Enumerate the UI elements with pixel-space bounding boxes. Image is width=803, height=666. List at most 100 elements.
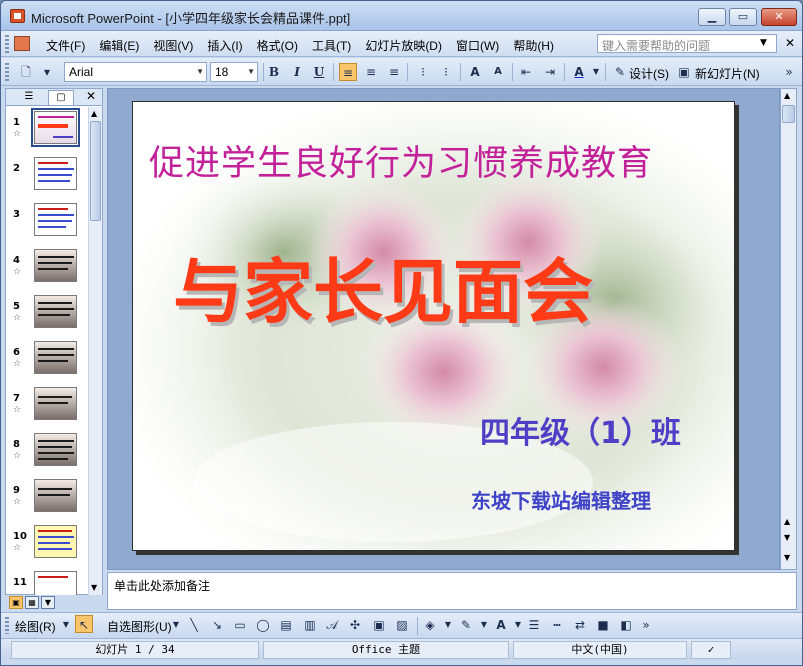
fill-color-dropdown-icon[interactable]: ▼ — [443, 616, 453, 634]
3d-style-icon[interactable]: ◧ — [617, 616, 635, 634]
decrease-font-icon[interactable]: A — [489, 63, 507, 81]
scrollbar-thumb[interactable] — [90, 121, 101, 221]
toolbar-options-icon[interactable]: ▾ — [41, 63, 53, 81]
font-color-dropdown-icon[interactable]: ▼ — [513, 616, 523, 634]
menu-window[interactable]: 窗口(W) — [449, 37, 506, 54]
align-left-icon[interactable]: ≡ — [339, 63, 357, 81]
current-slide[interactable]: 促进学生良好行为习惯养成教育 与家长见面会 四年级（1）班 东坡下载站编辑整理 — [132, 101, 735, 551]
menu-slideshow[interactable]: 幻灯片放映(D) — [358, 37, 449, 54]
slide-thumb-row[interactable]: 4 ☆ — [6, 245, 88, 291]
slide-thumbnail[interactable] — [34, 525, 77, 558]
slides-pane-scrollbar[interactable]: ▲ ▼ — [88, 107, 102, 595]
menu-view[interactable]: 视图(V) — [146, 37, 200, 54]
slide-thumb-row[interactable]: 3 — [6, 199, 88, 245]
picture-icon[interactable]: ▨ — [393, 616, 411, 634]
slide-thumb-row[interactable]: 9 ☆ — [6, 475, 88, 521]
editor-scrollbar[interactable]: ▲ ▲ ▼ ▼ — [780, 88, 797, 570]
design-icon[interactable]: ✎ — [611, 63, 629, 81]
dash-style-icon[interactable]: ┅ — [548, 616, 566, 634]
font-size-select[interactable]: 18 ▼ — [210, 62, 258, 82]
slide-thumb-row[interactable]: 2 — [6, 153, 88, 199]
normal-view-button[interactable]: ▣ — [9, 596, 23, 609]
slide-thumbnail[interactable] — [34, 479, 77, 512]
menu-file[interactable]: 文件(F) — [39, 37, 92, 54]
spelling-status-icon[interactable]: ✓ — [691, 641, 731, 659]
shadow-style-icon[interactable]: ■ — [594, 616, 612, 634]
slide-title-line2[interactable]: 与家长见面会 — [173, 236, 693, 337]
autoshapes-dropdown-icon[interactable]: ▼ — [171, 616, 181, 634]
menu-insert[interactable]: 插入(I) — [200, 37, 249, 54]
slide-thumbnail[interactable] — [31, 108, 80, 147]
close-button[interactable]: ✕ — [761, 8, 797, 26]
new-slide-icon[interactable]: ▣ — [675, 63, 693, 81]
help-search-input[interactable]: 键入需要帮助的问题 — [597, 34, 777, 53]
line-color-icon[interactable]: ✎ — [457, 616, 475, 634]
language-indicator[interactable]: 中文(中国) — [513, 641, 687, 659]
maximize-button[interactable]: ▭ — [729, 8, 757, 26]
slide-thumb-row[interactable]: 7 ☆ — [6, 383, 88, 429]
tab-slides[interactable]: ▢ — [48, 90, 74, 105]
drawbar-grip[interactable] — [5, 617, 9, 634]
slide-thumbnail[interactable] — [34, 203, 77, 236]
line-style-icon[interactable]: ☰ — [525, 616, 543, 634]
italic-button[interactable]: I — [288, 63, 306, 81]
scrollbar-thumb[interactable] — [782, 105, 795, 123]
diagram-icon[interactable]: ✣ — [346, 616, 364, 634]
underline-button[interactable]: U — [310, 63, 328, 81]
menu-grip[interactable] — [5, 35, 9, 53]
arrow-style-icon[interactable]: ⇄ — [571, 616, 589, 634]
oval-icon[interactable]: ◯ — [254, 616, 272, 634]
slide-thumb-row[interactable]: 6 ☆ — [6, 337, 88, 383]
align-center-icon[interactable]: ≡ — [362, 63, 380, 81]
slideshow-view-button[interactable]: ▼ — [41, 596, 55, 609]
font-color-icon[interactable]: A — [492, 616, 510, 634]
menu-help[interactable]: 帮助(H) — [506, 37, 561, 54]
previous-slide-icon[interactable]: ▲ — [784, 517, 790, 526]
font-select[interactable]: Arial ▼ — [64, 62, 207, 82]
scroll-down-icon[interactable]: ▼ — [784, 553, 790, 562]
numbered-list-icon[interactable]: ⁝ — [414, 63, 432, 81]
toolbar-overflow-icon[interactable]: » — [783, 63, 795, 81]
new-document-icon[interactable]: 🗋 — [17, 63, 35, 81]
slide-thumbnail[interactable] — [34, 157, 77, 190]
scroll-up-icon[interactable]: ▲ — [91, 109, 97, 118]
slide-thumb-row[interactable]: 5 ☆ — [6, 291, 88, 337]
slide-thumbnail[interactable] — [34, 387, 77, 420]
slide-thumb-row[interactable]: 1 ☆ — [6, 107, 88, 153]
slide-thumb-row[interactable]: 8 ☆ — [6, 429, 88, 475]
slide-thumbnail[interactable] — [34, 571, 77, 595]
next-slide-icon[interactable]: ▼ — [784, 533, 790, 542]
document-icon[interactable] — [14, 36, 30, 51]
rectangle-icon[interactable]: ▭ — [231, 616, 249, 634]
slide-title-line1[interactable]: 促进学生良好行为习惯养成教育 — [149, 135, 709, 186]
slide-sorter-view-button[interactable]: ▦ — [25, 596, 39, 609]
slide-thumbnail[interactable] — [34, 433, 77, 466]
increase-font-icon[interactable]: A — [466, 63, 484, 81]
slide-thumbnail[interactable] — [34, 295, 77, 328]
scroll-up-icon[interactable]: ▲ — [784, 91, 790, 100]
autoshapes-button[interactable]: 自选图形(U) — [107, 618, 172, 635]
arrow-icon[interactable]: ↘ — [208, 616, 226, 634]
decrease-indent-icon[interactable]: ⇤ — [517, 63, 535, 81]
notes-pane[interactable]: 单击此处添加备注 — [107, 572, 797, 610]
help-dropdown-icon[interactable]: ▼ — [760, 38, 767, 48]
draw-dropdown-icon[interactable]: ▼ — [61, 616, 71, 634]
drawbar-overflow-icon[interactable]: » — [641, 616, 651, 634]
slide-subtitle-class[interactable]: 四年级（1）班 — [480, 408, 681, 452]
clipart-icon[interactable]: ▣ — [370, 616, 388, 634]
bullet-list-icon[interactable]: ⁝ — [437, 63, 455, 81]
bold-button[interactable]: B — [265, 63, 283, 81]
align-right-icon[interactable]: ≡ — [385, 63, 403, 81]
design-button[interactable]: 设计(S) — [629, 65, 669, 82]
new-slide-button[interactable]: 新幻灯片(N) — [695, 65, 760, 82]
close-document-icon[interactable]: ✕ — [785, 36, 795, 50]
minimize-button[interactable]: ▁ — [698, 8, 726, 26]
menu-tools[interactable]: 工具(T) — [305, 37, 358, 54]
vertical-textbox-icon[interactable]: ▥ — [301, 616, 319, 634]
line-icon[interactable]: ╲ — [185, 616, 203, 634]
wordart-icon[interactable]: 𝒜 — [323, 616, 341, 634]
menu-edit[interactable]: 编辑(E) — [92, 37, 146, 54]
draw-menu-button[interactable]: 绘图(R) — [15, 618, 56, 635]
line-color-dropdown-icon[interactable]: ▼ — [479, 616, 489, 634]
font-color-icon[interactable]: A — [570, 63, 588, 81]
